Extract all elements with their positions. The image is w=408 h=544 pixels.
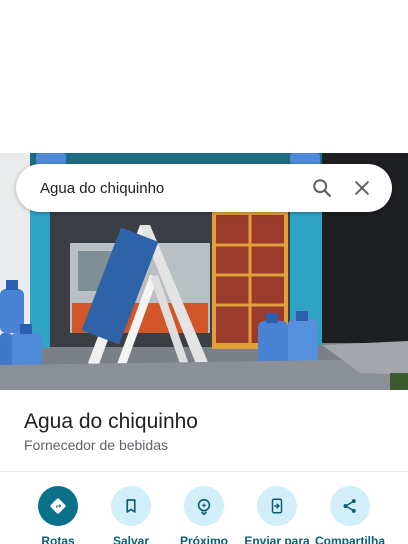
directions-button[interactable]: Rotas	[18, 486, 98, 544]
send-to-phone-icon	[257, 486, 297, 526]
send-to-phone-button[interactable]: Enviar para	[237, 486, 317, 544]
save-button[interactable]: Salvar	[91, 486, 171, 544]
save-label: Salvar	[112, 534, 150, 544]
send-to-phone-label: Enviar para	[244, 534, 310, 544]
place-title: Agua do chiquinho	[24, 410, 198, 433]
nearby-button[interactable]: Próximo	[164, 486, 244, 544]
bookmark-icon	[111, 486, 151, 526]
search-bar[interactable]: Agua do chiquinho	[16, 164, 392, 212]
share-button[interactable]: Compartilha	[310, 486, 390, 544]
close-icon[interactable]	[342, 168, 382, 208]
directions-label: Rotas	[41, 534, 75, 544]
share-icon	[330, 486, 370, 526]
search-input[interactable]: Agua do chiquinho	[40, 180, 302, 197]
place-category: Fornecedor de bebidas	[24, 437, 168, 453]
map-top-area	[0, 0, 408, 153]
nearby-label: Próximo	[179, 534, 228, 544]
directions-icon	[38, 486, 78, 526]
search-icon[interactable]	[302, 168, 342, 208]
divider	[0, 471, 408, 472]
nearby-icon	[184, 486, 224, 526]
share-label: Compartilha	[314, 534, 385, 544]
action-row: Rotas Salvar Próximo Enviar para Compart…	[0, 486, 408, 544]
